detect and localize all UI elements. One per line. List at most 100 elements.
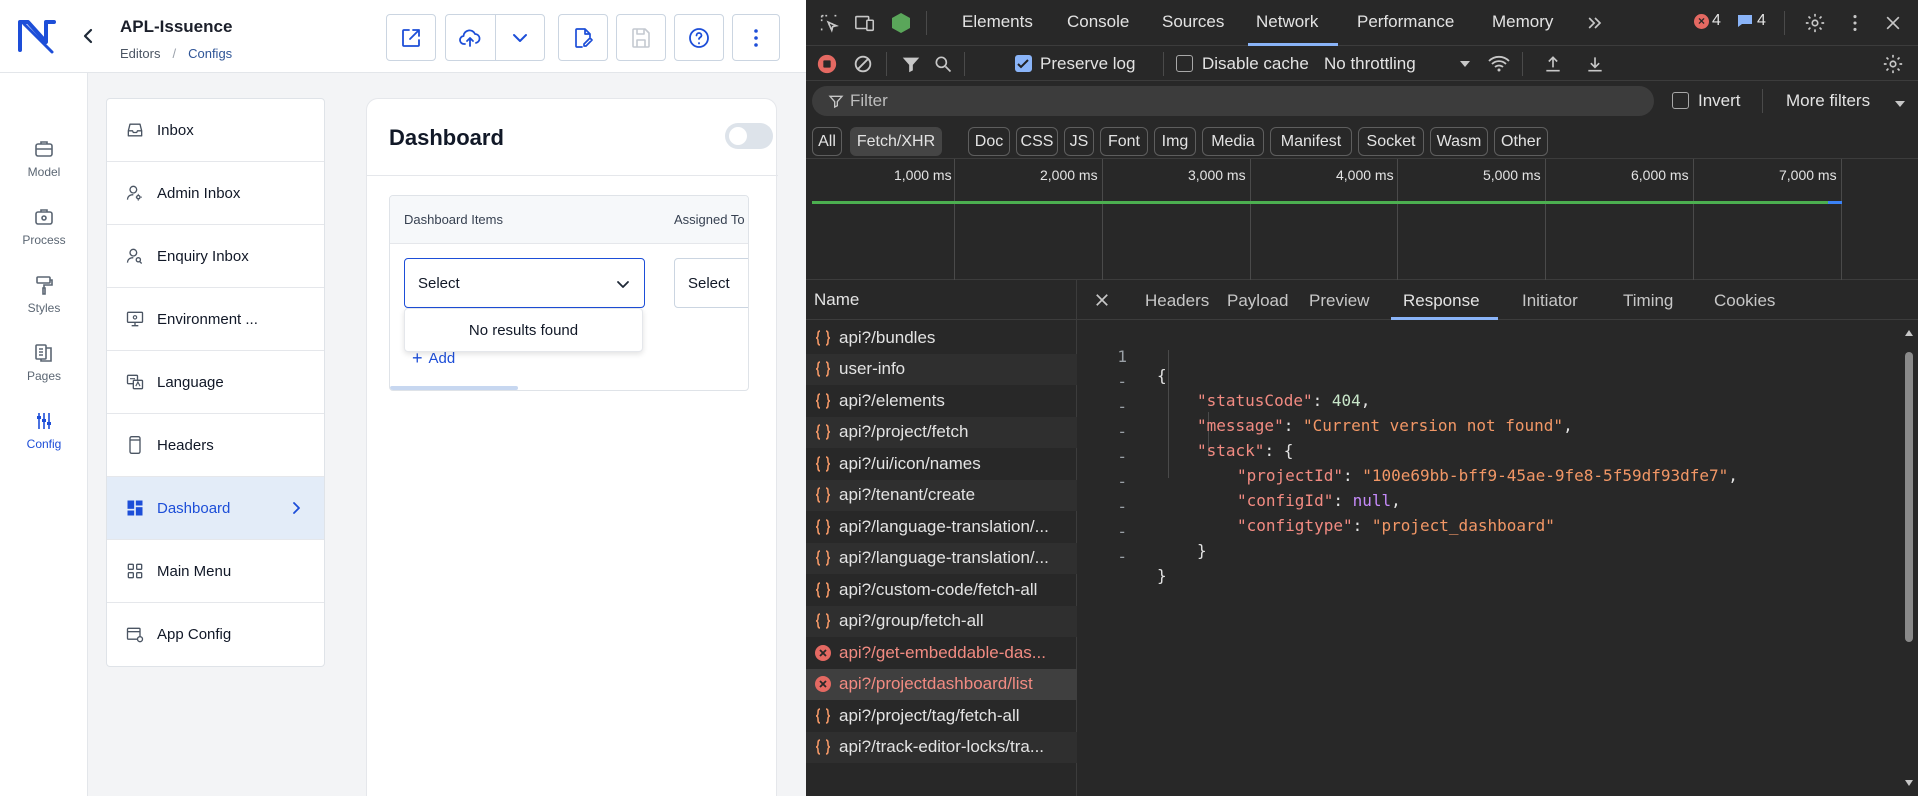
config-item-inbox[interactable]: Inbox [107,99,324,162]
export-har-icon[interactable] [1582,51,1608,77]
detail-tab-payload[interactable]: Payload [1227,291,1288,311]
request-row[interactable]: api?/language-translation/... [806,511,1077,543]
rail-item-model[interactable]: Model [0,124,88,192]
request-row[interactable]: api?/project/fetch [806,416,1077,448]
detail-tab-timing[interactable]: Timing [1623,291,1673,311]
name-column-header[interactable]: Name [806,280,1077,320]
config-item-environment[interactable]: Environment ... [107,288,324,351]
response-code-view[interactable]: 1 { - "statusCode": 404, - "message": "C… [1077,320,1897,796]
tab-console[interactable]: Console [1067,12,1129,32]
request-row[interactable]: user-info [806,353,1077,385]
rail-item-styles[interactable]: Styles [0,260,88,328]
config-item-admin-inbox[interactable]: Admin Inbox [107,162,324,225]
open-external-button[interactable] [386,14,436,61]
search-icon[interactable] [930,51,956,77]
network-timeline-overview[interactable]: 1,000 ms 2,000 ms 3,000 ms 4,000 ms 5,00… [806,159,1918,280]
dashboard-toggle[interactable] [725,123,773,149]
type-filter-media[interactable]: Media [1202,127,1264,156]
kebab-menu-icon[interactable] [1842,10,1868,36]
assigned-to-select[interactable]: Select [674,258,748,308]
request-row[interactable]: api?/elements [806,385,1077,417]
network-settings-icon[interactable] [1880,51,1906,77]
config-item-enquiry-inbox[interactable]: Enquiry Inbox [107,225,324,288]
type-filter-socket[interactable]: Socket [1358,127,1424,156]
filter-funnel-icon[interactable] [898,51,924,77]
breadcrumb-configs[interactable]: Configs [188,46,232,61]
config-item-headers[interactable]: Headers [107,414,324,477]
brand-logo-icon[interactable] [16,16,60,56]
vertical-scrollbar[interactable] [1904,328,1914,786]
scrollbar-thumb[interactable] [1905,352,1913,642]
config-item-app-config[interactable]: App Config [107,603,324,666]
detail-tab-response[interactable]: Response [1403,291,1480,311]
disable-cache-checkbox[interactable] [1176,55,1193,72]
publish-button[interactable] [446,15,495,60]
request-row[interactable]: api?/project/tag/fetch-all [806,700,1077,732]
help-button[interactable] [674,14,724,61]
config-item-dashboard[interactable]: Dashboard [107,477,324,540]
close-icon[interactable] [1089,287,1115,313]
rail-item-process[interactable]: Process [0,192,88,260]
request-row[interactable]: api?/tenant/create [806,479,1077,511]
more-options-button[interactable] [732,14,780,61]
type-filter-doc[interactable]: Doc [968,127,1010,156]
message-count-badge[interactable]: 4 [1736,12,1766,30]
horizontal-scrollbar[interactable] [390,386,518,390]
detail-tab-cookies[interactable]: Cookies [1714,291,1775,311]
dropdown-arrow-icon[interactable] [1452,51,1478,77]
detail-tab-preview[interactable]: Preview [1309,291,1369,311]
type-filter-js[interactable]: JS [1064,127,1094,156]
type-filter-all[interactable]: All [812,127,842,156]
request-row[interactable]: api?/language-translation/... [806,542,1077,574]
tab-performance[interactable]: Performance [1357,12,1454,32]
type-filter-font[interactable]: Font [1100,127,1148,156]
record-stop-icon[interactable] [814,51,840,77]
type-filter-fetch-xhr[interactable]: Fetch/XHR [850,127,942,156]
type-filter-css[interactable]: CSS [1016,127,1058,156]
rail-item-pages[interactable]: Pages [0,328,88,396]
more-tabs-icon[interactable] [1582,10,1608,36]
settings-gear-icon[interactable] [1802,10,1828,36]
type-filter-img[interactable]: Img [1154,127,1196,156]
network-conditions-icon[interactable] [1486,51,1512,77]
publish-options-button[interactable] [494,15,544,60]
error-count-badge[interactable]: × 4 [1694,12,1721,30]
breadcrumb-editors[interactable]: Editors [120,46,160,61]
inspect-element-icon[interactable] [816,10,842,36]
import-har-icon[interactable] [1540,51,1566,77]
type-filter-manifest[interactable]: Manifest [1270,127,1352,156]
close-icon[interactable] [1880,10,1906,36]
scroll-up-arrow-icon[interactable] [1904,328,1914,338]
preserve-log-checkbox[interactable] [1015,55,1032,72]
more-filters-dropdown[interactable]: More filters [1786,91,1870,111]
save-button[interactable] [616,14,666,61]
config-item-language[interactable]: Language [107,351,324,414]
type-filter-wasm[interactable]: Wasm [1430,127,1488,156]
dashboard-items-select[interactable]: Select [404,258,645,308]
publish-split-button[interactable] [445,14,545,61]
tab-elements[interactable]: Elements [962,12,1033,32]
device-toolbar-icon[interactable] [852,10,878,36]
throttling-select[interactable]: No throttling [1324,54,1416,74]
request-row[interactable]: api?/bundles [806,322,1077,354]
request-row[interactable]: api?/get-embeddable-das... [806,637,1077,669]
config-item-main-menu[interactable]: Main Menu [107,540,324,603]
type-filter-other[interactable]: Other [1494,127,1548,156]
tab-sources[interactable]: Sources [1162,12,1224,32]
extension-hexagon-icon[interactable] [888,10,914,36]
request-row[interactable]: api?/custom-code/fetch-all [806,574,1077,606]
request-row[interactable]: api?/track-editor-locks/tra... [806,731,1077,763]
edit-document-button[interactable] [558,14,608,61]
request-row[interactable]: api?/group/fetch-all [806,605,1077,637]
request-row[interactable]: api?/projectdashboard/list [806,668,1077,700]
rail-item-config[interactable]: Config [0,396,88,464]
back-chevron-icon[interactable] [80,26,96,46]
clear-icon[interactable] [850,51,876,77]
tab-memory[interactable]: Memory [1492,12,1553,32]
tab-network[interactable]: Network [1256,12,1318,32]
filter-input[interactable]: Filter [812,86,1654,116]
detail-tab-headers[interactable]: Headers [1145,291,1209,311]
detail-tab-initiator[interactable]: Initiator [1522,291,1578,311]
scroll-down-arrow-icon[interactable] [1904,778,1914,788]
request-row[interactable]: api?/ui/icon/names [806,448,1077,480]
